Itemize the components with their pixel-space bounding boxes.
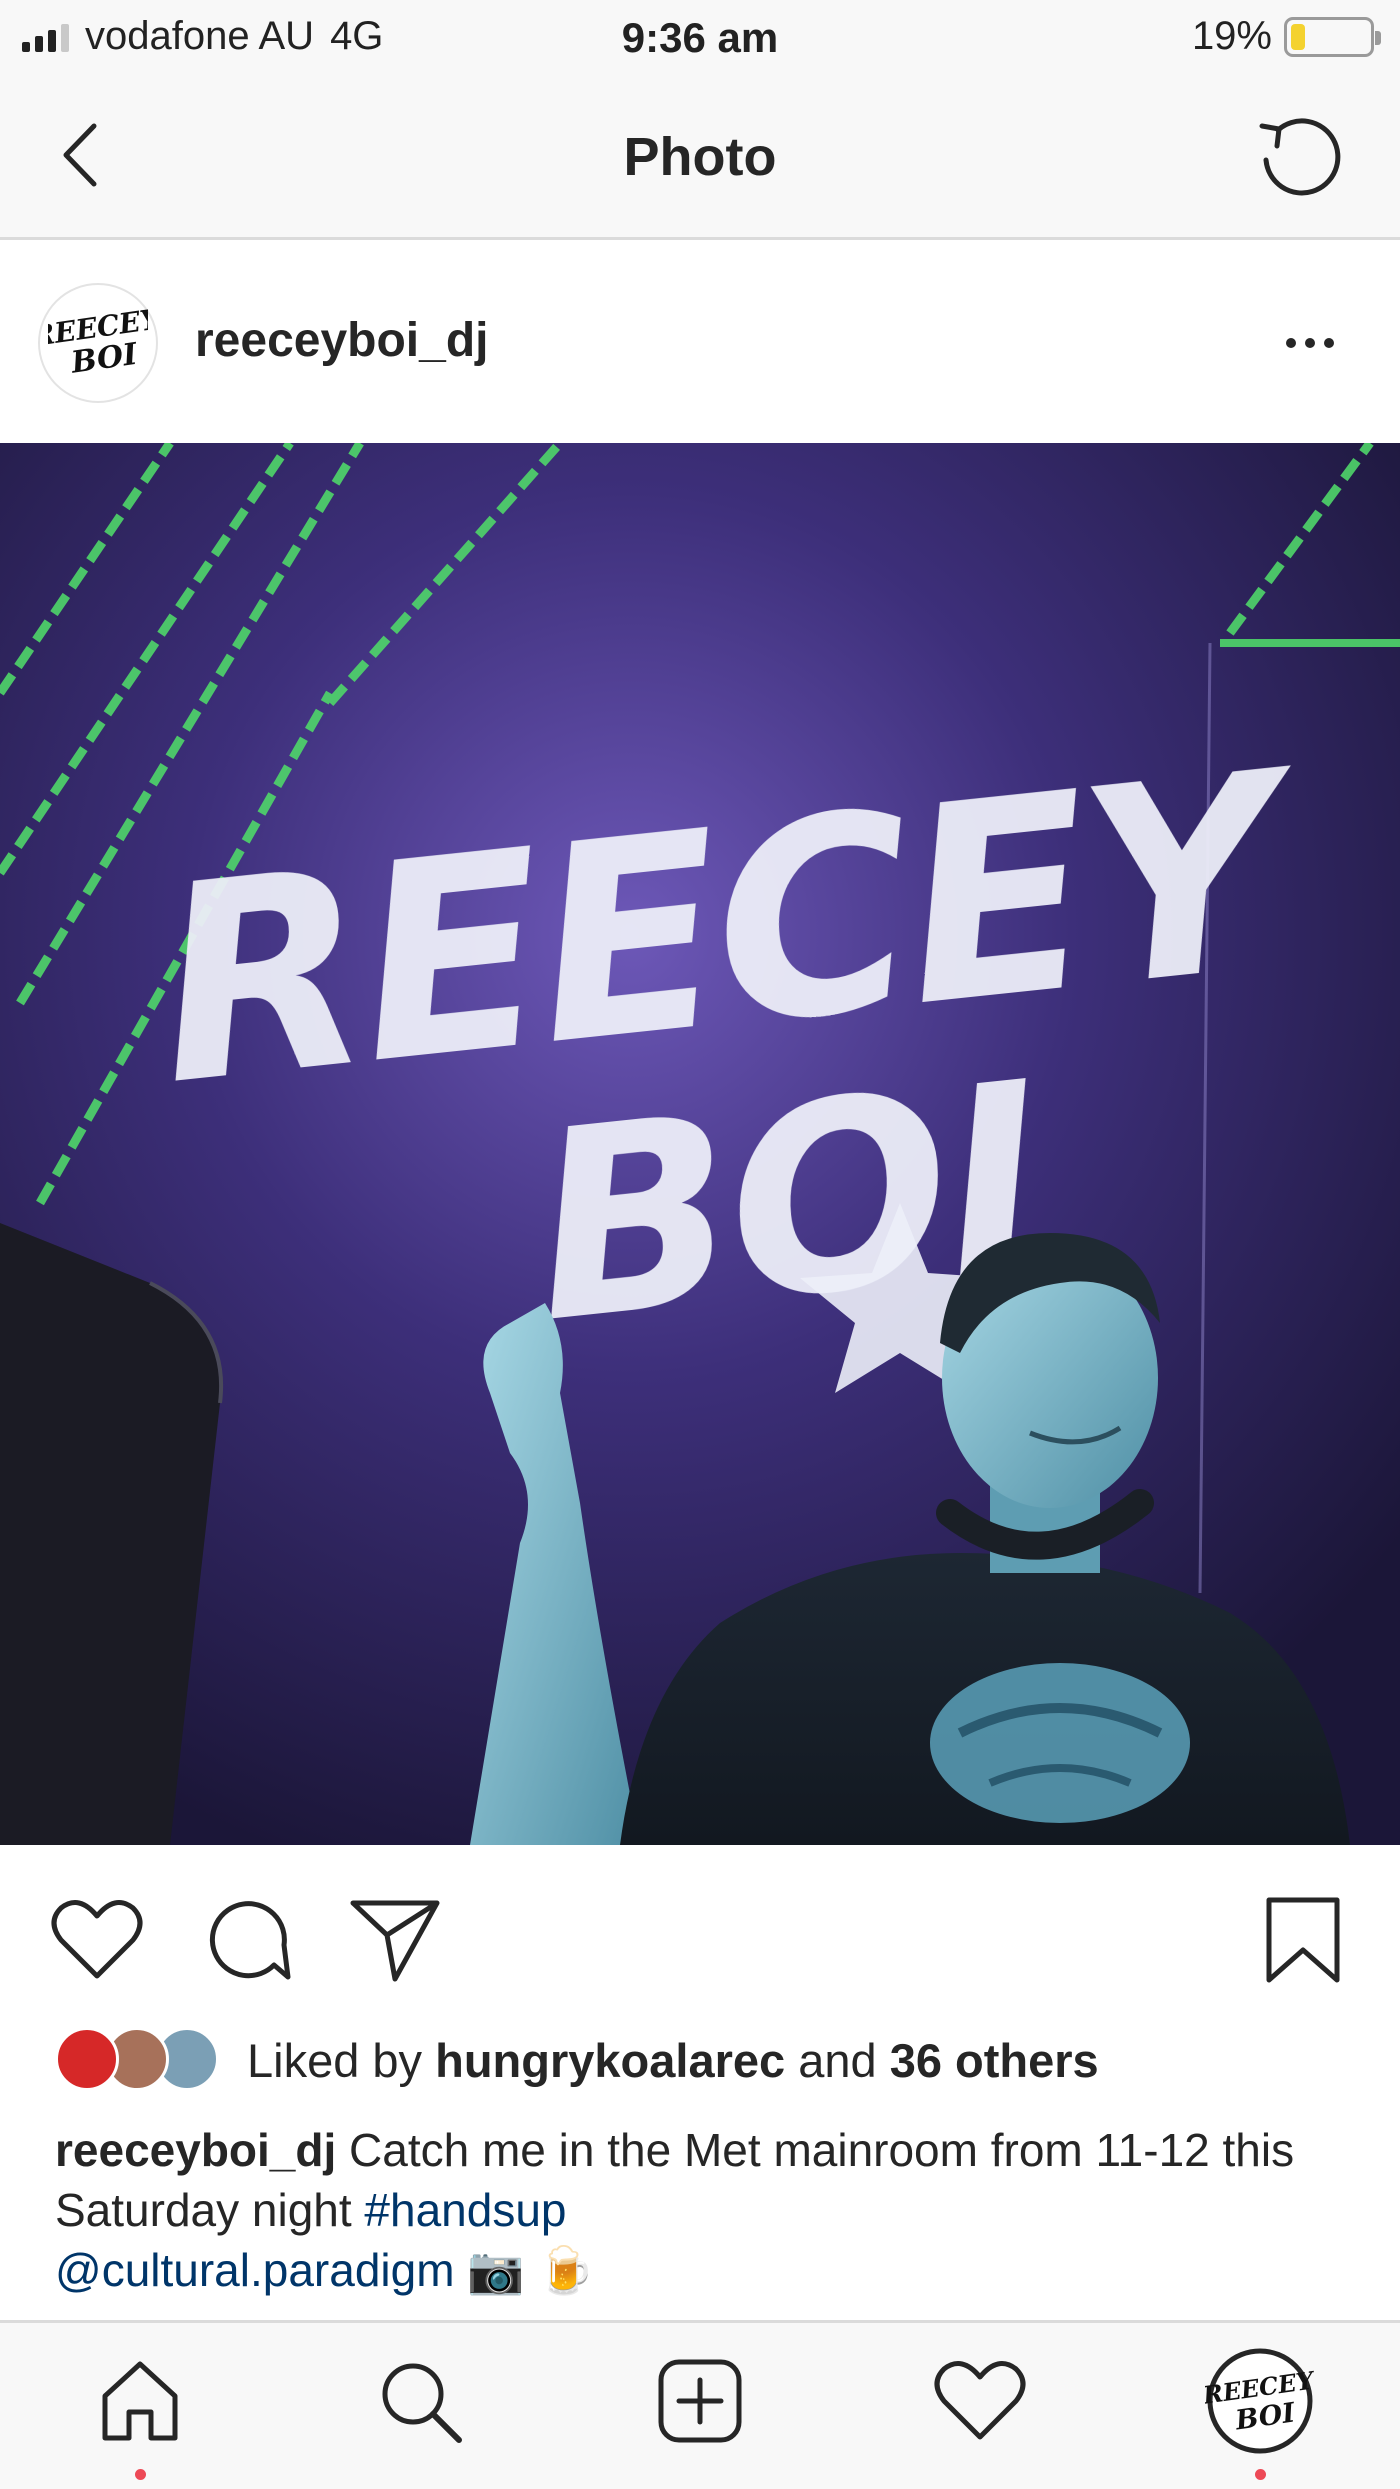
likes-and: and xyxy=(785,2033,890,2087)
profile-active-dot xyxy=(1255,2469,1266,2480)
refresh-icon xyxy=(1259,118,1341,196)
comment-button[interactable] xyxy=(192,1885,302,1995)
heart-icon xyxy=(934,2361,1026,2440)
caption-mention[interactable]: @cultural.paradigm xyxy=(55,2244,455,2296)
search-icon xyxy=(382,2363,462,2443)
liker-avatar xyxy=(55,2027,119,2091)
likes-prefix: Liked by xyxy=(247,2033,436,2087)
home-icon xyxy=(102,2361,178,2441)
like-button[interactable] xyxy=(42,1885,152,1995)
status-right: 19% xyxy=(1191,14,1381,59)
caption-emoji: 📷 🍺 xyxy=(467,2244,595,2296)
post-header: REECEY BOI reeceyboi_dj xyxy=(0,243,1400,443)
reeceyboi-logo-icon: REECEY BOI xyxy=(48,302,148,381)
liker-avatars xyxy=(55,2027,225,2093)
post-photo[interactable]: REECEY BOI xyxy=(0,443,1400,1845)
bottom-tab-bar: REECEY BOI xyxy=(0,2320,1400,2489)
home-active-dot xyxy=(135,2469,146,2480)
profile-avatar-icon: REECEY BOI xyxy=(1205,2348,1315,2454)
heart-icon xyxy=(51,1900,143,1979)
status-bar: vodafone AU 4G 9:36 am 19% xyxy=(0,0,1400,80)
battery-percent: 19% xyxy=(1191,14,1272,58)
caption-hashtag[interactable]: #handsup xyxy=(364,2184,566,2236)
bookmark-icon xyxy=(1266,1897,1340,1983)
photo-artwork: REECEY BOI xyxy=(0,443,1400,1845)
tab-home[interactable] xyxy=(80,2341,200,2461)
comment-icon xyxy=(209,1901,291,1980)
tab-search[interactable] xyxy=(360,2341,480,2461)
avatar[interactable]: REECEY BOI xyxy=(38,283,158,403)
post-username[interactable]: reeceyboi_dj xyxy=(195,313,488,368)
post-action-bar xyxy=(0,1845,1400,2015)
share-button[interactable] xyxy=(340,1885,450,1995)
battery-level xyxy=(1291,23,1306,50)
tab-activity[interactable] xyxy=(920,2341,1040,2461)
tab-profile[interactable]: REECEY BOI xyxy=(1200,2341,1320,2461)
tab-new-post[interactable] xyxy=(640,2341,760,2461)
paper-plane-icon xyxy=(350,1900,440,1982)
status-time: 9:36 am xyxy=(621,14,779,61)
likes-others-count[interactable]: 36 others xyxy=(890,2033,1099,2088)
page-title: Photo xyxy=(623,127,777,187)
likes-row[interactable]: Liked by hungrykoalarec and 36 others xyxy=(55,2022,1099,2098)
add-post-icon xyxy=(658,2359,742,2443)
top-liker-username[interactable]: hungrykoalarec xyxy=(435,2033,785,2088)
battery-icon xyxy=(1284,16,1381,57)
save-button[interactable] xyxy=(1248,1885,1358,1995)
refresh-button[interactable] xyxy=(1250,106,1350,206)
ellipsis-icon xyxy=(1286,338,1296,348)
post-caption: reeceyboi_dj Catch me in the Met mainroo… xyxy=(55,2120,1355,2300)
caption-username[interactable]: reeceyboi_dj xyxy=(55,2124,336,2176)
nav-header: Photo xyxy=(0,80,1400,240)
more-options-button[interactable] xyxy=(1260,303,1360,383)
